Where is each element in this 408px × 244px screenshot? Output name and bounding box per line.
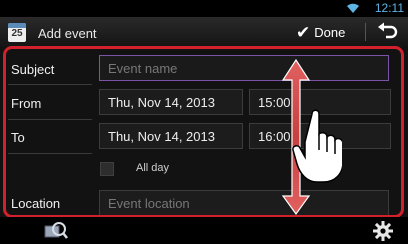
status-bar: 12:11	[0, 0, 408, 17]
search-icon[interactable]	[44, 220, 68, 242]
back-icon[interactable]	[374, 21, 402, 43]
subject-field[interactable]: Event name	[99, 55, 389, 81]
from-label: From	[11, 96, 42, 111]
check-icon: ✔	[296, 22, 311, 42]
subject-placeholder: Event name	[108, 61, 178, 76]
action-bar: 25 Add event ✔ Done	[0, 17, 408, 47]
calendar-icon: 25	[8, 23, 26, 42]
location-field[interactable]: Event location	[99, 190, 389, 216]
location-label: Location	[11, 196, 61, 211]
location-placeholder: Event location	[108, 196, 190, 211]
status-time: 12:11	[374, 1, 404, 15]
divider	[8, 153, 92, 154]
done-button[interactable]: ✔ Done	[290, 20, 360, 44]
calendar-icon-number: 25	[11, 28, 23, 39]
wifi-icon	[347, 3, 359, 13]
page-title: Add event	[38, 26, 97, 41]
allday-checkbox[interactable]	[100, 162, 114, 176]
divider	[365, 23, 366, 41]
scroll-gesture-icon	[281, 58, 342, 216]
from-date-field[interactable]: Thu, Nov 14, 2013	[99, 89, 243, 115]
bottom-bar	[0, 217, 408, 244]
done-label: Done	[314, 24, 346, 40]
gear-icon[interactable]	[372, 220, 394, 242]
to-label: To	[11, 130, 25, 145]
divider	[8, 84, 92, 85]
divider	[8, 119, 92, 120]
subject-label: Subject	[11, 62, 55, 77]
allday-label: All day	[136, 162, 170, 174]
to-date-field[interactable]: Thu, Nov 14, 2013	[99, 123, 243, 149]
